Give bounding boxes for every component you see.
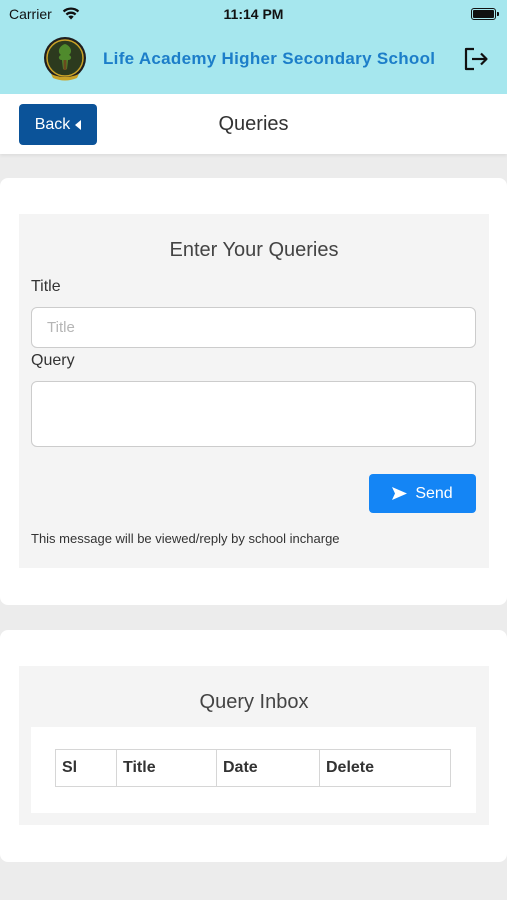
incharge-note: This message will be viewed/reply by sch… [31, 531, 340, 546]
query-form-panel: Enter Your Queries Title Query Send This… [19, 214, 489, 568]
query-inbox-panel: Query Inbox Sl Title Date Delete [19, 666, 489, 825]
send-button[interactable]: Send [369, 474, 476, 513]
query-label: Query [31, 352, 75, 369]
school-name: Life Academy Higher Secondary School [103, 49, 436, 68]
inbox-table: Sl Title Date Delete [55, 749, 451, 787]
battery-icon [471, 8, 499, 20]
logout-icon[interactable] [462, 46, 490, 72]
table-header-row: Sl Title Date Delete [55, 749, 451, 787]
query-form-heading: Enter Your Queries [169, 239, 339, 261]
column-header-delete: Delete [319, 749, 451, 787]
column-header-title: Title [116, 749, 217, 787]
page-title: Queries [218, 113, 289, 135]
query-inbox-heading: Query Inbox [199, 691, 309, 713]
send-icon [392, 487, 408, 500]
inbox-table-container: Sl Title Date Delete [31, 727, 476, 813]
status-bar: Carrier 11:14 PM [0, 0, 507, 28]
clock: 11:14 PM [223, 6, 284, 22]
school-crest-icon [44, 37, 86, 81]
query-textarea[interactable] [31, 381, 476, 447]
title-input[interactable] [31, 307, 476, 348]
nav-bar: Back Queries [0, 94, 507, 154]
title-label: Title [31, 278, 61, 295]
column-header-date: Date [216, 749, 320, 787]
query-inbox-card: Query Inbox Sl Title Date Delete [0, 630, 507, 862]
app-header: Carrier 11:14 PM Life Academy Higher Sec… [0, 0, 507, 94]
send-button-label: Send [415, 484, 453, 502]
column-header-sl: Sl [55, 749, 117, 787]
query-form-card: Enter Your Queries Title Query Send This… [0, 178, 507, 605]
